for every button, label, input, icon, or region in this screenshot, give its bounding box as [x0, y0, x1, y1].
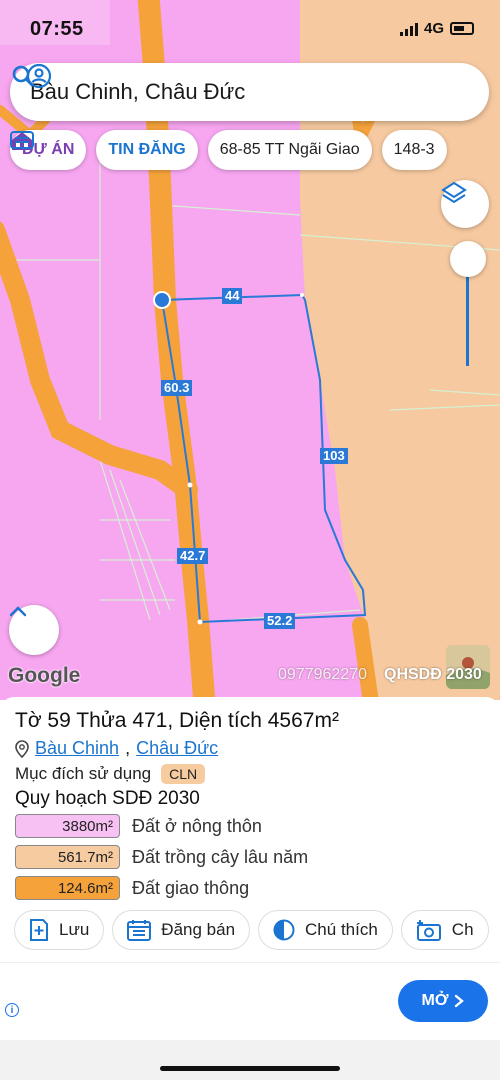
chip-148[interactable]: 148-3	[381, 130, 447, 170]
plan-title: Quy hoạch SDĐ 2030	[15, 788, 200, 809]
legend-row-residential: 3880m² Đất ở nông thôn	[15, 814, 495, 838]
ad-info-icon[interactable]: i	[5, 1003, 19, 1017]
chevron-up-icon	[9, 606, 27, 617]
land-use-purpose: Mục đích sử dụng CLN	[15, 764, 206, 784]
legend-row-transport: 124.6m² Đất giao thông	[15, 876, 495, 900]
action-buttons: Lưu Đăng bán Chú thích Ch	[14, 910, 489, 950]
vertex-dot	[300, 293, 304, 297]
legend-label: Đất trồng cây lâu năm	[132, 846, 309, 867]
chip-label: 148-3	[393, 141, 435, 158]
parcel-info-panel: Tờ 59 Thửa 471, Diện tích 4567m² Bàu Chi…	[0, 697, 500, 960]
chip-label: TIN ĐĂNG	[108, 141, 186, 158]
search-icon[interactable]	[10, 63, 36, 89]
legend-area: 124.6m²	[15, 876, 120, 900]
vertex-dot	[187, 482, 193, 488]
status-time: 07:55	[30, 18, 84, 40]
ad-banner[interactable]: i MỞ	[0, 962, 500, 1040]
edge-label-left-upper: 60.3	[161, 380, 193, 396]
purpose-badge: CLN	[161, 764, 206, 784]
edge-label-top: 44	[222, 288, 243, 304]
address-separator: ,	[125, 738, 131, 758]
phone-watermark: 0977962270	[278, 666, 367, 683]
status-bar: 07:55 4G	[0, 16, 500, 46]
legend-half-circle-icon	[273, 919, 295, 941]
legend-row-perennial: 561.7m² Đất trồng cây lâu năm	[15, 845, 495, 869]
opacity-slider-handle[interactable]	[450, 241, 486, 277]
chip-tin-dang[interactable]: TIN ĐĂNG	[10, 130, 198, 170]
location-dot[interactable]	[153, 291, 171, 309]
address-link-commune[interactable]: Bàu Chinh	[35, 738, 119, 759]
chevron-right-icon	[455, 994, 465, 1008]
edge-label-left-lower: 42.7	[177, 548, 209, 564]
save-button[interactable]: Lưu	[14, 910, 105, 950]
network-type: 4G	[423, 20, 444, 37]
filter-chips: DỰ ÁN TIN ĐĂNG 68-85 TT Ngãi Giao 148-3	[10, 130, 447, 170]
legend-area: 3880m²	[15, 814, 120, 838]
parcel-address: Bàu Chinh, Châu Đức	[15, 738, 218, 759]
home-indicator[interactable]	[160, 1066, 340, 1071]
planning-layer-label: QHSDĐ 2030	[384, 666, 482, 683]
legend-area: 561.7m²	[15, 845, 120, 869]
add-photo-button[interactable]: Ch	[400, 910, 489, 950]
open-ad-button[interactable]: MỞ	[398, 980, 488, 1022]
layers-button[interactable]	[441, 180, 489, 228]
calendar-list-icon	[127, 920, 152, 941]
vertex-dot	[197, 619, 203, 625]
chip-ngai-giao[interactable]: 68-85 TT Ngãi Giao	[207, 130, 372, 170]
battery-icon	[450, 22, 474, 35]
layers-icon	[441, 181, 467, 204]
save-plus-icon	[30, 919, 48, 941]
post-sale-label: Đăng bán	[161, 920, 236, 939]
parcel-title: Tờ 59 Thửa 471, Diện tích 4567m²	[15, 709, 339, 732]
add-photo-icon	[416, 920, 441, 941]
legend-label: Đất giao thông	[132, 877, 250, 898]
legend-label: Đất ở nông thôn	[132, 815, 262, 836]
status-icons: 4G	[399, 20, 474, 37]
purpose-label: Mục đích sử dụng	[15, 764, 152, 783]
google-logo: Google	[8, 664, 81, 687]
legend-label: Chú thích	[305, 920, 378, 939]
map-view[interactable]: 44 60.3 103 42.7 52.2 07:55 4G Bàu Chinh…	[0, 0, 500, 700]
address-link-district[interactable]: Châu Đức	[136, 738, 218, 759]
open-ad-label: MỞ	[421, 992, 449, 1009]
save-label: Lưu	[59, 920, 90, 939]
signal-icon	[399, 22, 418, 36]
search-bar[interactable]: Bàu Chinh, Châu Đức	[10, 63, 489, 121]
listing-icon	[10, 131, 34, 149]
post-sale-button[interactable]: Đăng bán	[112, 910, 251, 950]
edge-label-bottom: 52.2	[264, 613, 296, 629]
expand-panel-button[interactable]	[9, 605, 59, 655]
map-pin-icon	[15, 739, 29, 758]
add-photo-label: Ch	[451, 920, 474, 939]
search-input[interactable]: Bàu Chinh, Châu Đức	[30, 79, 489, 105]
chip-label: 68-85 TT Ngãi Giao	[219, 141, 360, 158]
legend-button[interactable]: Chú thích	[258, 910, 393, 950]
edge-label-right: 103	[320, 448, 348, 464]
system-nav-bar	[0, 1040, 500, 1080]
